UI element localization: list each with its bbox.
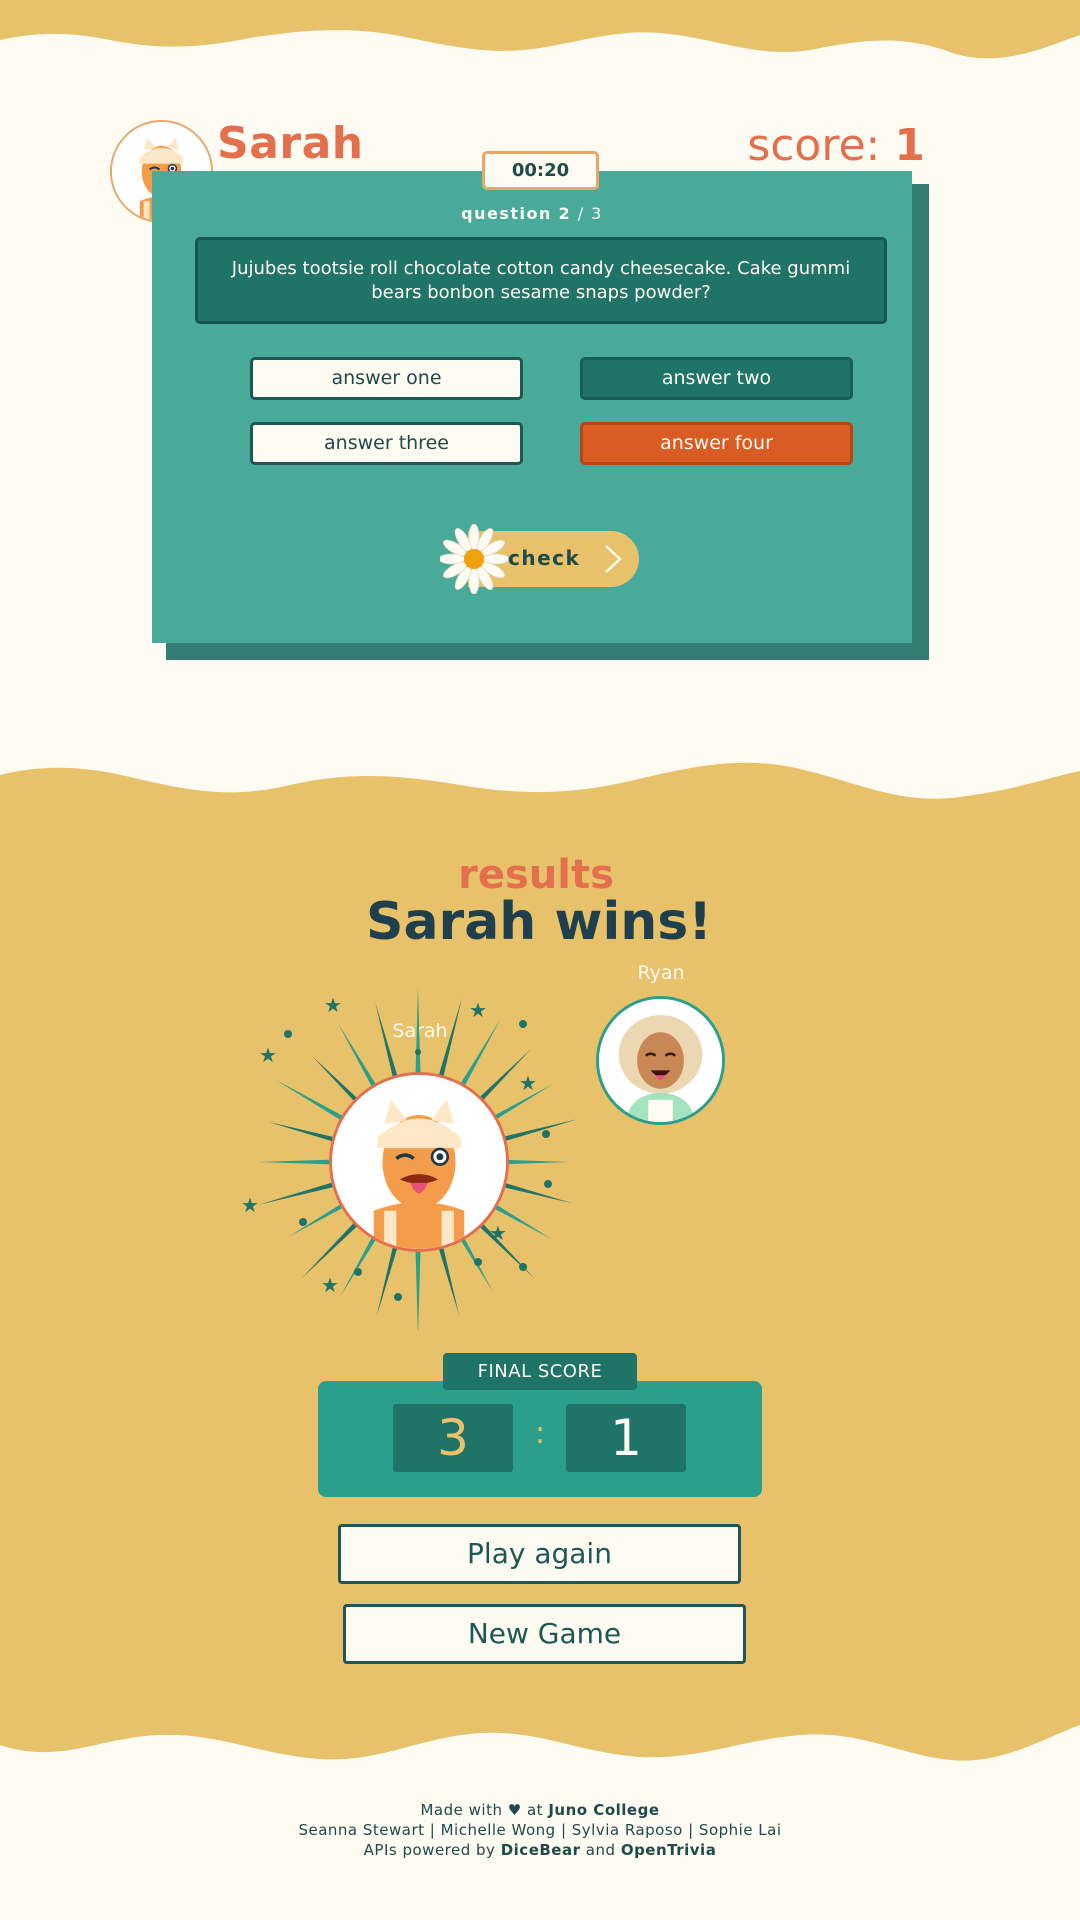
player-score: score: 1 bbox=[747, 120, 925, 171]
final-score-winner: 3 bbox=[393, 1404, 513, 1472]
question-text: Jujubes tootsie roll chocolate cotton ca… bbox=[195, 237, 887, 324]
svg-text:★: ★ bbox=[259, 1043, 277, 1067]
apis-text: APIs powered by bbox=[363, 1841, 496, 1859]
svg-text:★: ★ bbox=[489, 1221, 507, 1245]
runner-up-name: Ryan bbox=[637, 962, 685, 984]
svg-text:★: ★ bbox=[241, 1193, 259, 1217]
answer-option-4[interactable]: answer four bbox=[580, 422, 853, 465]
question-total: 3 bbox=[591, 204, 603, 223]
timer: 00:20 bbox=[482, 151, 599, 190]
dicebear-link[interactable]: DiceBear bbox=[501, 1841, 581, 1859]
question-current: 2 bbox=[558, 204, 572, 223]
question-counter: question 2 / 3 bbox=[152, 204, 912, 223]
at-text: at bbox=[526, 1801, 544, 1819]
and-text: and bbox=[585, 1841, 616, 1859]
runner-up-avatar bbox=[596, 996, 725, 1125]
winner-title: Sarah wins! bbox=[366, 892, 712, 952]
player-name: Sarah bbox=[217, 118, 364, 169]
score-label: score: bbox=[747, 120, 881, 171]
footer-credits: Seanna Stewart | Michelle Wong | Sylvia … bbox=[298, 1821, 782, 1839]
daisy-icon bbox=[440, 524, 508, 594]
heart-icon: ♥ bbox=[507, 1801, 522, 1819]
opentrivia-link[interactable]: OpenTrivia bbox=[621, 1841, 717, 1859]
answer-option-1[interactable]: answer one bbox=[250, 357, 523, 400]
footer-made-with: Made with ♥ at Juno College bbox=[0, 1800, 1080, 1820]
footer-apis: APIs powered by DiceBear and OpenTrivia bbox=[0, 1840, 1080, 1860]
footer: Made with ♥ at Juno College Seanna Stewa… bbox=[0, 1800, 1080, 1860]
final-score-separator: : bbox=[534, 1416, 546, 1451]
final-score-runner-up: 1 bbox=[566, 1404, 686, 1472]
answer-option-3[interactable]: answer three bbox=[250, 422, 523, 465]
question-word: question bbox=[461, 204, 552, 223]
svg-text:★: ★ bbox=[321, 1273, 339, 1297]
juno-college-link[interactable]: Juno College bbox=[548, 1801, 659, 1819]
svg-text:★: ★ bbox=[324, 993, 342, 1017]
check-label: check bbox=[508, 546, 581, 570]
made-with-text: Made with bbox=[420, 1801, 503, 1819]
question-separator: / bbox=[577, 204, 585, 223]
new-game-button[interactable]: New Game bbox=[343, 1604, 746, 1664]
chevron-right-icon bbox=[605, 545, 622, 573]
final-score-label: FINAL SCORE bbox=[443, 1353, 637, 1390]
svg-text:★: ★ bbox=[519, 1071, 537, 1095]
top-wave-decoration bbox=[0, 0, 1080, 59]
answer-option-2[interactable]: answer two bbox=[580, 357, 853, 400]
winner-avatar bbox=[329, 1072, 509, 1252]
svg-text:★: ★ bbox=[469, 998, 487, 1022]
play-again-button[interactable]: Play again bbox=[338, 1524, 741, 1584]
score-value: 1 bbox=[894, 120, 925, 171]
